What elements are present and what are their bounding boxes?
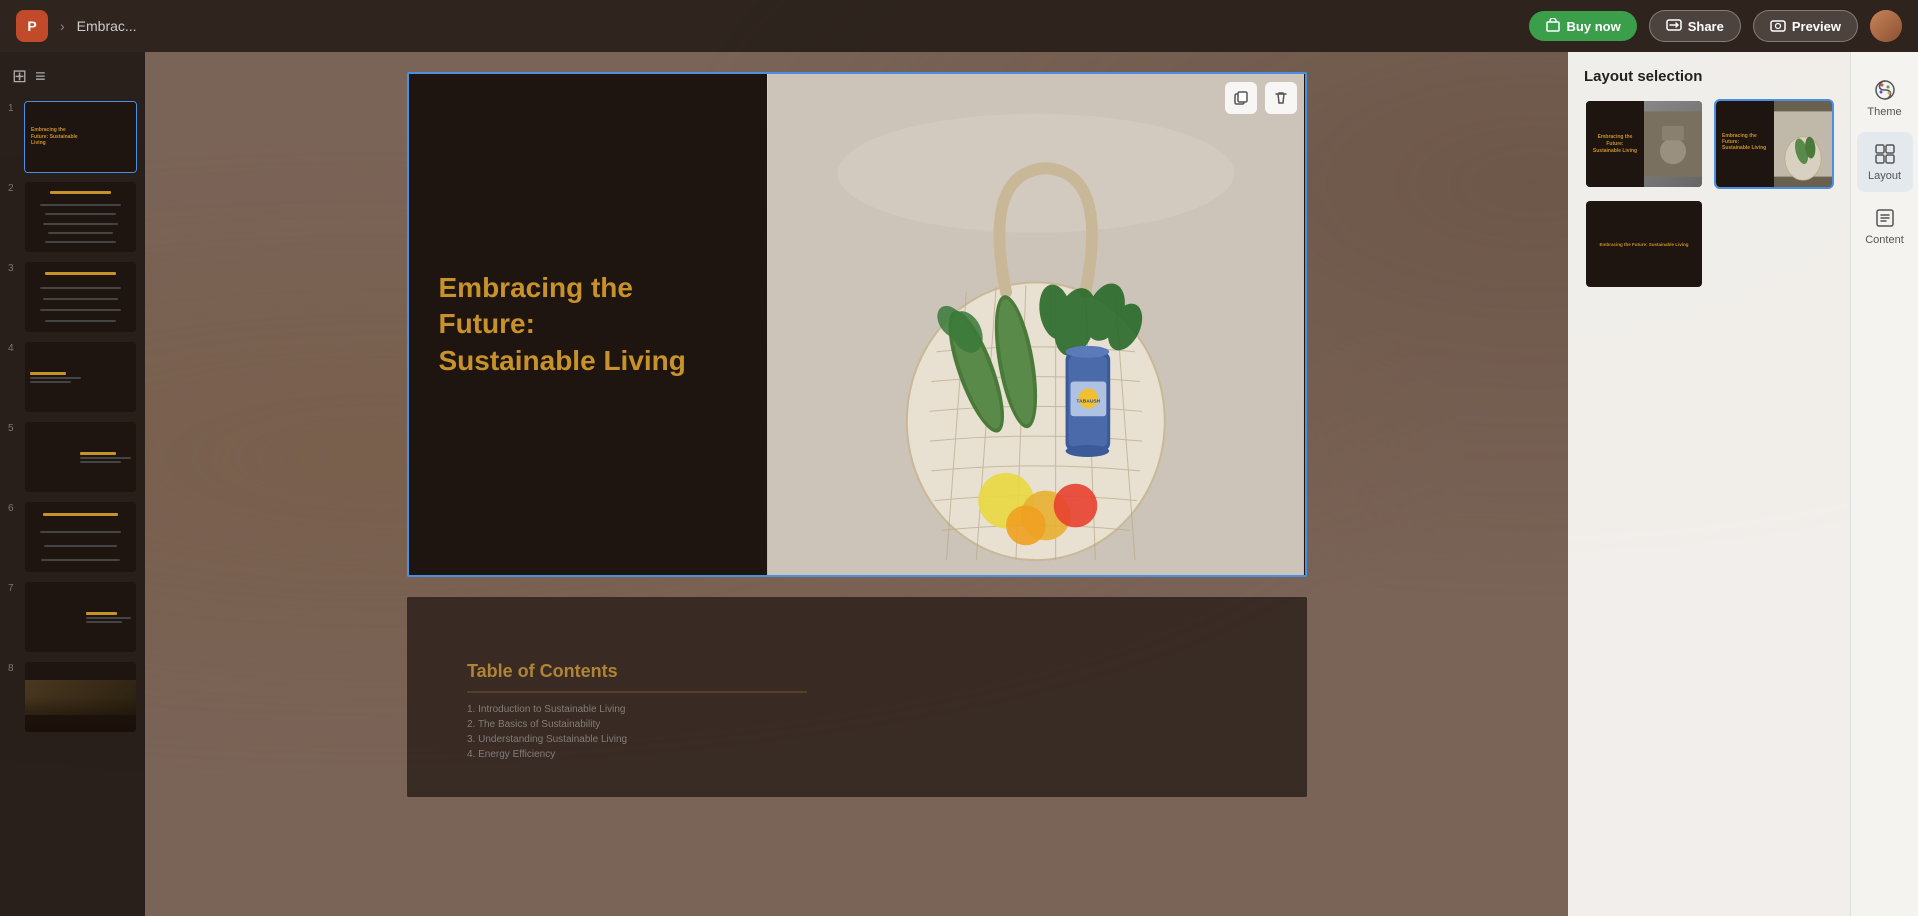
delete-slide-button[interactable] (1265, 82, 1297, 114)
slide-thumbnail-7[interactable] (24, 581, 137, 653)
lo1-image-preview (1644, 101, 1702, 187)
slide-number-3: 3 (8, 261, 18, 274)
layout-label: Layout (1868, 170, 1901, 182)
slide-canvas[interactable]: Embracing the Future: Sustainable Living (407, 72, 1307, 577)
next-slide-preview[interactable]: Table of Contents 1. Introduction to Sus… (407, 597, 1307, 797)
slide-number-5: 5 (8, 421, 18, 434)
sidebar-item-theme[interactable]: Theme (1857, 68, 1913, 128)
trash-icon (1273, 90, 1289, 106)
panel-toolbar: ⊞ ≡ (8, 62, 137, 91)
layout-option-1[interactable]: Embracing the Future: Sustainable Living (1584, 99, 1704, 189)
slide-thumb-4[interactable]: 4 (8, 341, 137, 413)
grocery-svg: TABAUSH (767, 74, 1305, 575)
slide-number-1: 1 (8, 101, 18, 114)
lo2-title-text: Embracing the Future: Sustainable Living (1722, 133, 1768, 151)
active-slide-wrapper: Embracing the Future: Sustainable Living (407, 72, 1307, 577)
slide-thumb-7[interactable]: 7 (8, 581, 137, 653)
lo2-image-preview (1774, 101, 1832, 187)
slide-title: Embracing the Future: Sustainable Living (439, 270, 737, 379)
slide-thumbnail-6[interactable] (24, 501, 137, 573)
cart-icon (1545, 18, 1561, 34)
slide-image-section: TABAUSH (767, 74, 1305, 575)
list-view-icon[interactable]: ≡ (35, 66, 46, 87)
slide-text-section: Embracing the Future: Sustainable Living (409, 74, 767, 575)
app-logo[interactable]: P (16, 10, 48, 42)
slide-number-4: 4 (8, 341, 18, 354)
share-button[interactable]: Share (1649, 10, 1741, 42)
layout-panel-title: Layout selection (1584, 68, 1834, 85)
right-sidebar: Theme Layout (1850, 52, 1918, 916)
slide-thumb-3[interactable]: 3 (8, 261, 137, 333)
layout-options-grid: Embracing the Future: Sustainable Living (1584, 99, 1834, 189)
content-icon (1873, 206, 1897, 230)
slide-thumb-5[interactable]: 5 (8, 421, 137, 493)
slide-thumb-2[interactable]: 2 (8, 181, 137, 253)
next-slide-svg: Table of Contents 1. Introduction to Sus… (407, 597, 1307, 797)
main-area: ⊞ ≡ 1 Embracing the Future: Sustainable … (0, 52, 1918, 916)
canvas-area: Embracing the Future: Sustainable Living (145, 52, 1568, 916)
layout-options-row2: Embracing the Future: Sustainable Living (1584, 199, 1834, 289)
content-label: Content (1865, 234, 1904, 246)
slide-thumbnail-2[interactable] (24, 181, 137, 253)
slide-thumb-6[interactable]: 6 (8, 501, 137, 573)
slide-number-6: 6 (8, 501, 18, 514)
theme-label: Theme (1867, 106, 1901, 118)
topbar: P › Embrac... Buy now Share Preview (0, 0, 1918, 52)
document-title: Embrac... (77, 18, 137, 34)
avatar[interactable] (1870, 10, 1902, 42)
svg-text:2. The Basics of Sustainabilit: 2. The Basics of Sustainability (467, 719, 600, 730)
grocery-image: TABAUSH (767, 74, 1305, 575)
slide-number-7: 7 (8, 581, 18, 594)
layout-option-3[interactable]: Embracing the Future: Sustainable Living (1584, 199, 1704, 289)
buy-now-button[interactable]: Buy now (1529, 11, 1637, 41)
sidebar-item-layout[interactable]: Layout (1857, 132, 1913, 192)
slide-thumbnail-4[interactable] (24, 341, 137, 413)
copy-icon (1233, 90, 1249, 106)
slide-number-8: 8 (8, 661, 18, 674)
grid-view-icon[interactable]: ⊞ (12, 66, 27, 87)
layout-option-2[interactable]: Embracing the Future: Sustainable Living (1714, 99, 1834, 189)
slide-thumbnail-3[interactable] (24, 261, 137, 333)
right-panel: Layout selection Embracing the Future: S… (1568, 52, 1918, 916)
palette-icon (1873, 78, 1897, 102)
thumb2-title-bar (50, 191, 111, 194)
slide-thumbnail-1[interactable]: Embracing the Future: Sustainable Living (24, 101, 137, 173)
share-icon (1666, 18, 1682, 34)
slide-thumbnail-5[interactable] (24, 421, 137, 493)
preview-button[interactable]: Preview (1753, 10, 1858, 42)
copy-slide-button[interactable] (1225, 82, 1257, 114)
breadcrumb-chevron: › (60, 18, 65, 34)
preview-icon (1770, 18, 1786, 34)
svg-text:Table of Contents: Table of Contents (467, 661, 618, 681)
lo1-text: Embracing the Future: Sustainable Living (1592, 134, 1638, 155)
slide-number-2: 2 (8, 181, 18, 194)
thumb1-title: Embracing the Future: Sustainable Living (31, 127, 80, 147)
slide-thumb-8[interactable]: 8 (8, 661, 137, 733)
svg-text:TABAUSH: TABAUSH (1076, 398, 1100, 404)
layout-selection-panel: Layout selection Embracing the Future: S… (1568, 52, 1850, 916)
sidebar-item-content[interactable]: Content (1857, 196, 1913, 256)
lo3-title-text: Embracing the Future: Sustainable Living (1599, 242, 1688, 247)
svg-text:3. Understanding Sustainable L: 3. Understanding Sustainable Living (467, 734, 627, 745)
layout-icon (1873, 142, 1897, 166)
slide-thumbnail-8[interactable] (24, 661, 137, 733)
svg-text:1. Introduction to Sustainable: 1. Introduction to Sustainable Living (467, 704, 625, 715)
slides-panel: ⊞ ≡ 1 Embracing the Future: Sustainable … (0, 52, 145, 916)
svg-text:4. Energy Efficiency: 4. Energy Efficiency (467, 749, 555, 760)
slide-thumb-1[interactable]: 1 Embracing the Future: Sustainable Livi… (8, 101, 137, 173)
slide-controls (1225, 82, 1297, 114)
